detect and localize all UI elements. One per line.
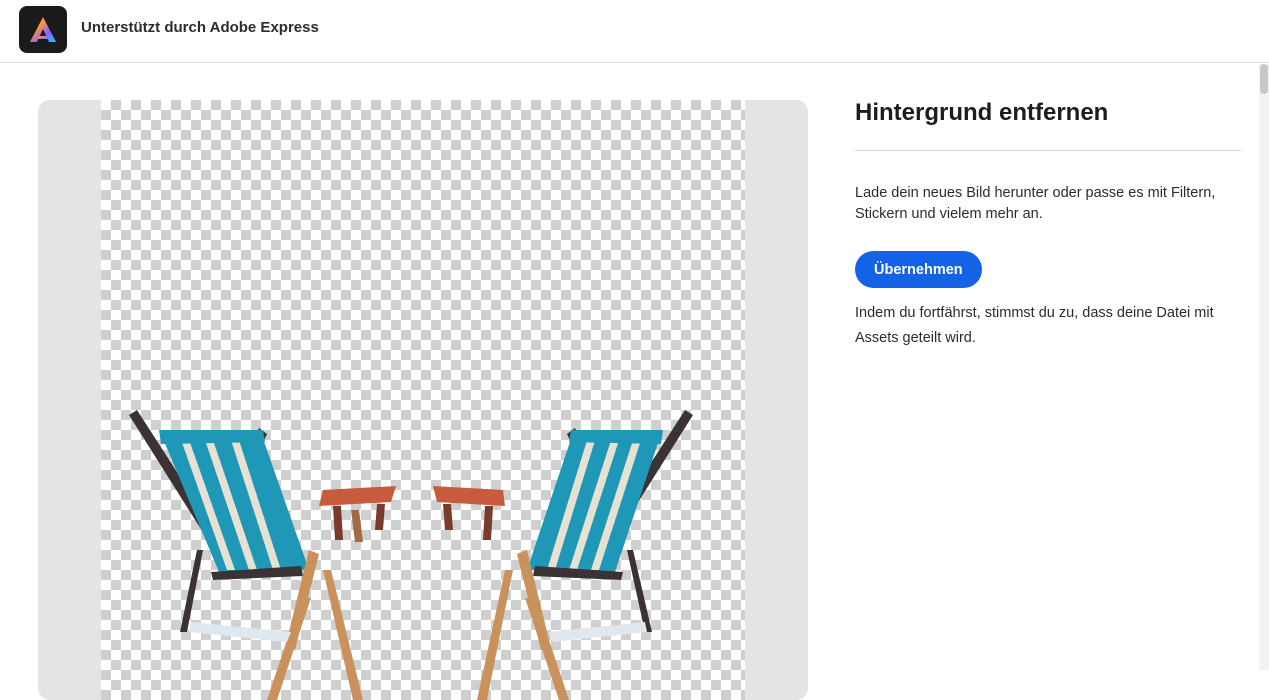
panel-title: Hintergrund entfernen <box>855 99 1109 126</box>
adobe-express-logo-icon <box>19 6 67 53</box>
page-scrollbar[interactable] <box>1259 64 1269 670</box>
left-chair <box>129 410 396 700</box>
transparent-canvas <box>101 100 745 700</box>
remove-background-panel: Hintergrund entfernen Lade dein neues Bi… <box>855 96 1241 351</box>
consent-text: Indem du fortfährst, stimmst du zu, dass… <box>855 305 1214 346</box>
image-preview-area <box>38 100 808 700</box>
panel-description: Lade dein neues Bild herunter oder passe… <box>855 185 1216 222</box>
app-header: Unterstützt durch Adobe Express <box>0 0 1269 63</box>
header-title: Unterstützt durch Adobe Express <box>81 19 319 36</box>
apply-button[interactable]: Übernehmen <box>855 251 982 288</box>
right-chair <box>433 410 693 700</box>
scrollbar-thumb[interactable] <box>1260 64 1268 94</box>
divider <box>855 150 1241 151</box>
deck-chairs-image <box>129 410 693 700</box>
